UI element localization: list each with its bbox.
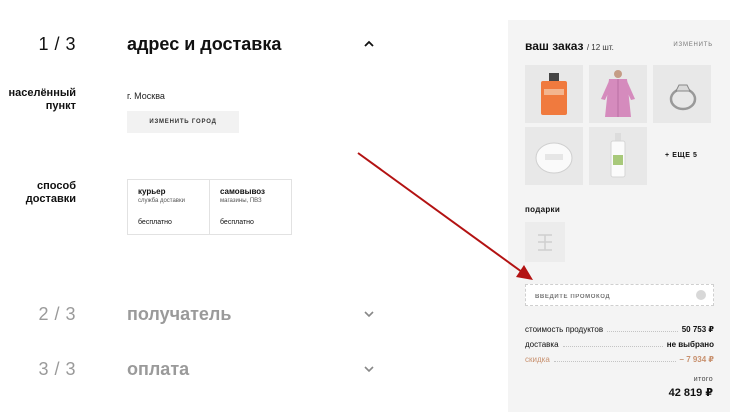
city-value: г. Москва — [127, 91, 165, 101]
product-thumbnail[interactable] — [589, 65, 647, 123]
option-title: самовывоз — [220, 187, 266, 196]
chevron-down-icon[interactable] — [362, 307, 376, 321]
total-value: 42 819 ₽ — [668, 387, 713, 399]
chevron-down-icon[interactable] — [362, 362, 376, 376]
dotted-leader — [607, 331, 678, 332]
product-thumbnail[interactable] — [525, 127, 583, 185]
order-title-text: ваш заказ — [525, 39, 584, 53]
option-subtitle: магазины, ПВЗ — [220, 198, 262, 204]
change-city-button[interactable]: ИЗМЕНИТЬ ГОРОД — [127, 111, 239, 133]
step-title: получатель — [127, 304, 232, 324]
summary-value: не выбрано — [666, 340, 714, 349]
product-thumbnail[interactable] — [525, 65, 583, 123]
summary-row-products: стоимость продуктов 50 753 ₽ — [525, 320, 714, 334]
perfume-bottle-icon — [541, 73, 567, 115]
promo-code-input[interactable] — [526, 287, 686, 307]
more-items-link[interactable]: + ЕЩЕ 5 — [665, 152, 698, 159]
order-summary-panel: ваш заказ / 12 шт. ИЗМЕНИТЬ + ЕЩЕ 5 пода… — [508, 20, 730, 412]
edit-order-link[interactable]: ИЗМЕНИТЬ — [673, 42, 713, 48]
step-title: оплата — [127, 359, 190, 379]
gift-logo-icon — [538, 234, 552, 251]
gift-thumbnail[interactable] — [525, 222, 565, 262]
city-label: населённый пункт — [8, 87, 76, 112]
order-title: ваш заказ / 12 шт. — [525, 39, 614, 53]
delivery-method-label: способ доставки — [25, 180, 76, 205]
chevron-up-icon[interactable] — [362, 37, 376, 51]
cream-jar-icon — [535, 142, 573, 174]
robe-icon — [601, 70, 635, 117]
total-label: итого — [693, 376, 713, 383]
summary-value: 50 753 ₽ — [681, 325, 714, 334]
delivery-option-pickup[interactable]: самовывоз магазины, ПВЗ бесплатно — [209, 180, 291, 234]
delivery-option-courier[interactable]: курьер служба доставки бесплатно — [128, 180, 209, 234]
option-title: курьер — [138, 187, 166, 196]
summary-label: скидка — [525, 355, 550, 364]
step-number: 2 / 3 — [38, 304, 76, 324]
option-price: бесплатно — [220, 219, 254, 226]
delivery-options: курьер служба доставки бесплатно самовыв… — [127, 179, 292, 235]
option-subtitle: служба доставки — [138, 198, 185, 204]
dotted-leader — [562, 346, 663, 347]
summary-label: стоимость продуктов — [525, 325, 604, 334]
dotted-leader — [553, 361, 676, 362]
ring-icon — [669, 84, 697, 111]
order-item-count: / 12 шт. — [586, 43, 614, 52]
gifts-label: подарки — [525, 205, 561, 214]
summary-value: – 7 934 ₽ — [679, 355, 714, 364]
summary-label: доставка — [525, 340, 559, 349]
product-thumbnail[interactable] — [589, 127, 647, 185]
product-thumbnail[interactable] — [653, 65, 711, 123]
clear-icon[interactable] — [696, 290, 706, 300]
step-number: 1 / 3 — [38, 34, 76, 54]
option-price: бесплатно — [138, 219, 172, 226]
summary-row-delivery: доставка не выбрано — [525, 335, 714, 349]
serum-bottle-icon — [610, 133, 626, 178]
summary-row-discount: скидка – 7 934 ₽ — [525, 350, 714, 364]
step-title: адрес и доставка — [127, 34, 282, 54]
step-number: 3 / 3 — [38, 359, 76, 379]
promo-code-field[interactable] — [525, 284, 714, 307]
